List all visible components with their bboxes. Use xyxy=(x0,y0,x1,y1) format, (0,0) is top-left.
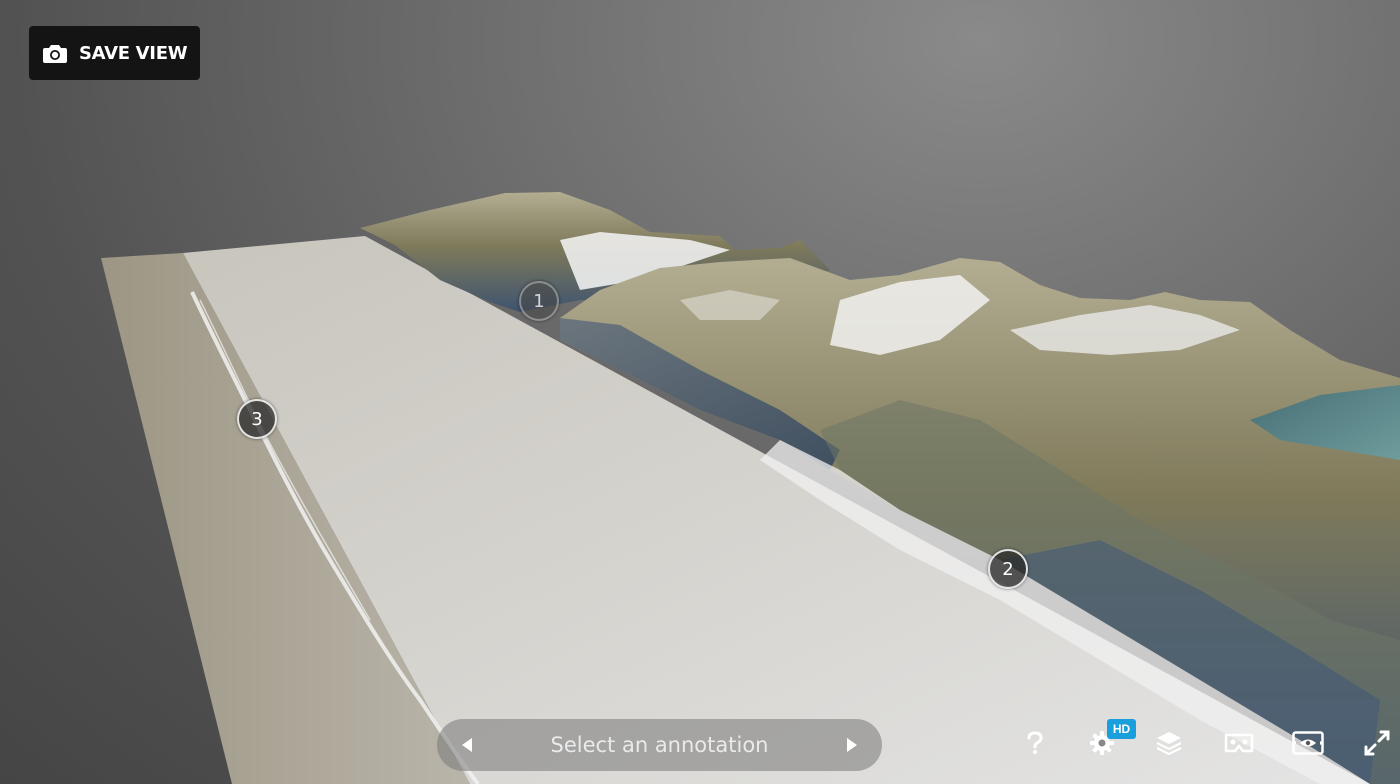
fullscreen-button[interactable] xyxy=(1360,728,1394,762)
vr-headset-icon xyxy=(1224,733,1254,758)
camera-icon xyxy=(43,43,67,63)
save-view-label: SAVE VIEW xyxy=(79,42,188,64)
arrow-right-icon[interactable] xyxy=(844,735,860,755)
hd-badge: HD xyxy=(1107,719,1136,739)
help-button[interactable] xyxy=(1018,728,1052,762)
layers-icon xyxy=(1156,731,1182,760)
annotation-select-label[interactable]: Select an annotation xyxy=(551,733,769,757)
annotation-hotspot-2[interactable]: 2 xyxy=(988,549,1028,589)
save-view-button[interactable]: SAVE VIEW xyxy=(29,26,200,80)
annotation-hotspot-3[interactable]: 3 xyxy=(237,399,277,439)
layers-button[interactable] xyxy=(1152,728,1186,762)
vr-button[interactable] xyxy=(1222,728,1256,762)
hotspot-label: 2 xyxy=(1002,558,1014,580)
view-in-ar-icon xyxy=(1292,730,1324,760)
fullscreen-icon xyxy=(1364,730,1390,761)
annotation-navigator: Select an annotation xyxy=(437,719,882,771)
3d-viewport[interactable] xyxy=(0,0,1400,784)
help-icon xyxy=(1026,730,1044,760)
hotspot-label: 3 xyxy=(251,408,263,430)
annotation-hotspot-1[interactable]: 1 xyxy=(519,281,559,321)
hotspot-label: 1 xyxy=(533,290,545,312)
arrow-left-icon[interactable] xyxy=(459,735,475,755)
ar-view-button[interactable] xyxy=(1291,728,1325,762)
